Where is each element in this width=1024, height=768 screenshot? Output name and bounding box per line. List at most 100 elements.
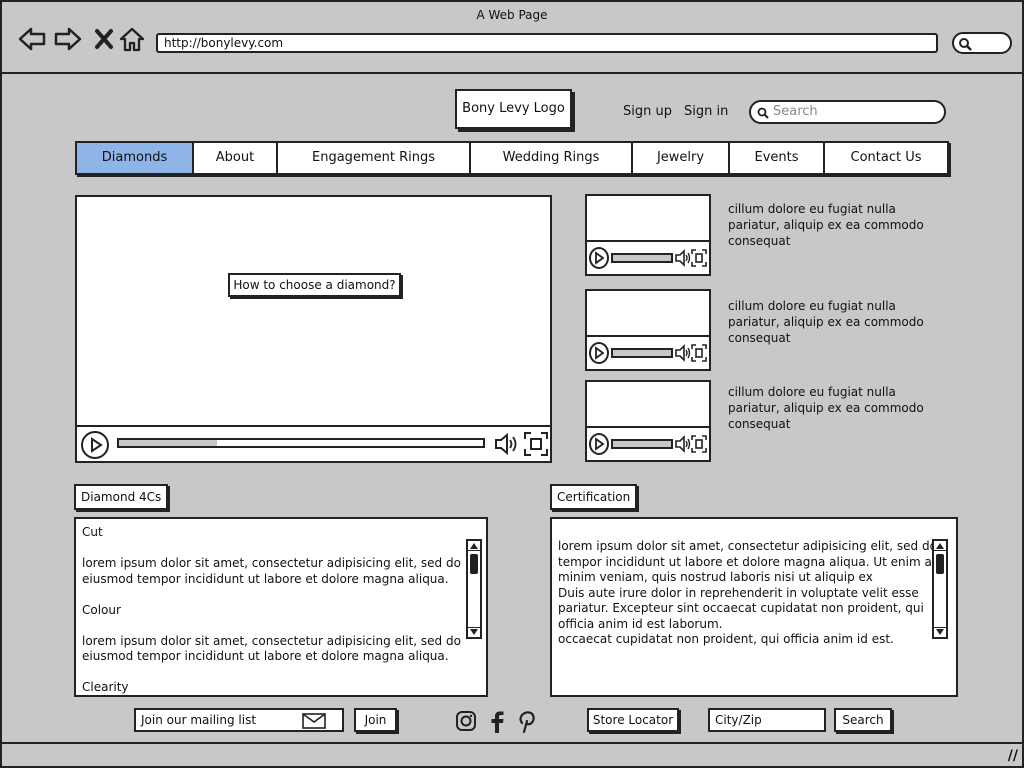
join-button[interactable]: Join: [354, 708, 397, 732]
video-progress-bar[interactable]: [611, 348, 673, 358]
fullscreen-icon[interactable]: [691, 247, 707, 273]
video-progress-fill: [119, 440, 218, 446]
play-icon: [91, 437, 103, 453]
diamond-4cs-line: [82, 665, 461, 681]
store-locator-button[interactable]: Store Locator: [587, 708, 679, 732]
scroll-thumb[interactable]: [470, 554, 478, 574]
scroll-up-icon[interactable]: [934, 541, 946, 551]
certification-textbox[interactable]: lorem ipsum dolor sit amet, consectetur …: [550, 517, 958, 697]
diamond-4cs-line: lorem ipsum dolor sit amet, consectetur …: [82, 556, 461, 570]
play-button[interactable]: [589, 247, 609, 269]
site-search-input[interactable]: Search: [749, 100, 946, 124]
stop-icon[interactable]: [90, 26, 118, 52]
nav-tab-contact-us[interactable]: Contact Us: [825, 143, 947, 173]
diamond-4cs-line: Clearity: [82, 680, 129, 694]
browser-search-field[interactable]: [952, 32, 1012, 54]
diamond-4cs-line: eiusmod tempor incididunt ut labore et d…: [82, 571, 449, 586]
volume-icon[interactable]: [675, 433, 691, 459]
nav-tab-about[interactable]: About: [194, 143, 278, 173]
play-button[interactable]: [81, 431, 109, 459]
status-bar: //: [2, 742, 1022, 766]
play-button[interactable]: [589, 342, 609, 364]
address-bar[interactable]: http://bonylevy.com: [156, 33, 938, 53]
certification-line: tempor incididunt ut labore et dolore ma…: [558, 554, 940, 569]
play-icon: [595, 437, 605, 451]
home-icon[interactable]: [118, 26, 146, 52]
side-video-description-3: cillum dolore eu fugiat nulla pariatur, …: [728, 385, 924, 431]
signup-link[interactable]: Sign up: [623, 104, 672, 119]
video-progress-fill: [613, 441, 671, 447]
nav-tab-wedding-rings[interactable]: Wedding Rings: [471, 143, 633, 173]
diamond-4cs-label: Diamond 4Cs: [74, 484, 169, 510]
certification-content: lorem ipsum dolor sit amet, consectetur …: [558, 539, 939, 648]
side-video-player-1[interactable]: [585, 194, 711, 276]
facebook-icon[interactable]: [486, 710, 508, 734]
fullscreen-icon[interactable]: [691, 433, 707, 459]
instagram-icon[interactable]: [455, 710, 477, 734]
scrollbar[interactable]: [466, 539, 482, 639]
search-placeholder: Search: [773, 104, 818, 119]
diamond-4cs-content: Cut lorem ipsum dolor sit amet, consectet…: [82, 525, 461, 695]
volume-icon[interactable]: [675, 247, 691, 273]
certification-line: officia anim id est laborum.: [558, 616, 723, 631]
main-video-player[interactable]: How to choose a diamond?: [75, 195, 552, 463]
search-icon: [757, 107, 769, 119]
pinterest-icon[interactable]: [516, 710, 538, 734]
scroll-down-icon[interactable]: [468, 627, 480, 637]
city-zip-input[interactable]: City/Zip: [708, 708, 826, 732]
browser-chrome: A Web Page http://bonylevy.com: [2, 2, 1022, 74]
mailing-list-placeholder: Join our mailing list: [141, 713, 257, 727]
play-icon: [595, 251, 605, 265]
nav-tab-events[interactable]: Events: [730, 143, 825, 173]
volume-icon[interactable]: [675, 342, 691, 368]
certification-line: Duis aute irure dolor in reprehenderit i…: [558, 585, 919, 600]
browser-window: A Web Page http://bonylevy.com Bony Levy…: [0, 0, 1024, 768]
diamond-4cs-line: lorem ipsum dolor sit amet, consectetur …: [82, 633, 461, 648]
nav-tab-diamonds[interactable]: Diamonds: [77, 143, 194, 173]
side-video-player-2[interactable]: [585, 289, 711, 371]
window-title: A Web Page: [476, 8, 548, 22]
resize-grip-icon[interactable]: //: [1008, 748, 1018, 764]
signin-link[interactable]: Sign in: [684, 104, 728, 119]
video-controls: [587, 240, 709, 274]
scrollbar[interactable]: [932, 539, 948, 639]
certification-line: occaecat cupidatat non proident, qui off…: [558, 632, 894, 646]
video-progress-fill: [613, 255, 671, 261]
certification-label: Certification: [550, 484, 638, 510]
play-button[interactable]: [589, 433, 609, 455]
search-icon: [959, 38, 972, 51]
scroll-up-icon[interactable]: [468, 541, 480, 551]
side-video-player-3[interactable]: [585, 380, 711, 462]
diamond-4cs-line: [82, 541, 461, 557]
volume-icon[interactable]: [493, 431, 519, 461]
video-controls: [587, 335, 709, 369]
fullscreen-icon[interactable]: [691, 342, 707, 368]
nav-tab-jewelry[interactable]: Jewelry: [633, 143, 730, 173]
video-progress-bar[interactable]: [611, 253, 673, 263]
scroll-down-icon[interactable]: [934, 627, 946, 637]
diamond-4cs-line: Colour: [82, 602, 121, 617]
video-caption: How to choose a diamond?: [228, 273, 401, 297]
nav-tab-engagement-rings[interactable]: Engagement Rings: [278, 143, 471, 173]
mailing-list-input[interactable]: Join our mailing list: [134, 708, 344, 732]
video-progress-fill: [613, 350, 671, 356]
certification-line: pariatur. Excepteur sint occaecat cupida…: [558, 601, 924, 615]
video-controls: [587, 426, 709, 460]
video-progress-bar[interactable]: [117, 438, 485, 448]
forward-icon[interactable]: [54, 26, 82, 52]
fullscreen-icon[interactable]: [523, 431, 549, 461]
back-icon[interactable]: [18, 26, 46, 52]
scroll-thumb[interactable]: [936, 554, 944, 574]
diamond-4cs-textbox[interactable]: Cut lorem ipsum dolor sit amet, consectet…: [74, 517, 488, 697]
video-controls: [77, 425, 550, 461]
diamond-4cs-line: Cut: [82, 525, 103, 539]
side-video-description-2: cillum dolore eu fugiat nulla pariatur, …: [728, 299, 924, 345]
site-logo[interactable]: Bony Levy Logo: [455, 89, 572, 129]
diamond-4cs-line: [82, 618, 461, 634]
envelope-icon: [302, 713, 326, 729]
certification-line: minim veniam, quis nostrud laboris nisi …: [558, 570, 873, 584]
main-nav: Diamonds About Engagement Rings Wedding …: [75, 141, 949, 175]
video-progress-bar[interactable]: [611, 439, 673, 449]
footer-search-button[interactable]: Search: [834, 708, 892, 732]
side-video-description-1: cillum dolore eu fugiat nulla pariatur, …: [728, 202, 924, 248]
